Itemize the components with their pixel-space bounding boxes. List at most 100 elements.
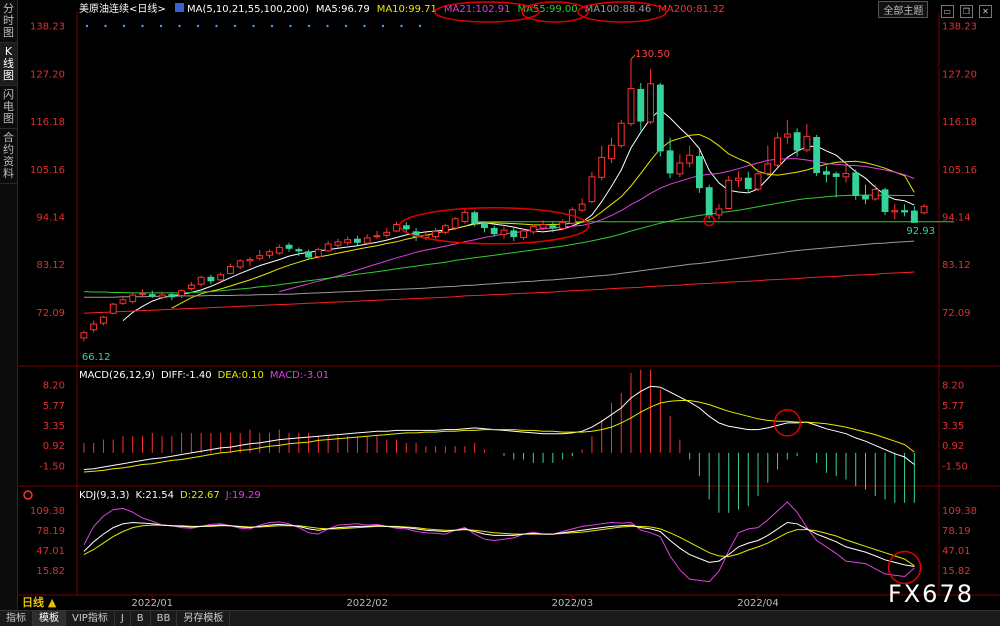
price-tick-left: 83.12: [36, 260, 65, 271]
ma-line-ma100: [83, 240, 915, 298]
candle-body: [617, 122, 625, 147]
kdj-tick-right: 47.01: [942, 546, 971, 557]
candle-body: [227, 265, 234, 274]
marker-dot: [326, 24, 329, 28]
kdj-tick-right: 109.38: [942, 506, 977, 517]
time-tick-label: 2022/04: [737, 598, 779, 609]
price-tick-left: 138.23: [30, 22, 65, 33]
marker-dot: [252, 24, 255, 28]
candle-body: [803, 136, 811, 151]
price-tick-left: 94.14: [36, 213, 65, 224]
tab-save-template[interactable]: 另存模板: [177, 611, 231, 626]
marker-dot: [104, 24, 107, 28]
close-icon[interactable]: ✕: [979, 4, 992, 18]
candle-body: [686, 154, 694, 164]
restore-icon[interactable]: ❐: [959, 4, 973, 18]
marker-dot: [141, 24, 144, 28]
tab-b[interactable]: B: [131, 611, 151, 626]
candle-body: [295, 249, 303, 252]
tab-vip-indicators[interactable]: VIP指标: [66, 611, 115, 626]
candle-body: [139, 292, 146, 295]
candle-body: [891, 210, 899, 213]
macd-tick-left: 5.77: [43, 401, 65, 412]
theme-dropdown[interactable]: 全部主题: [878, 1, 929, 18]
kdj-legend-0: KDJ(9,3,3): [79, 490, 130, 501]
candle-body: [334, 241, 342, 246]
tab-j[interactable]: J: [115, 611, 131, 626]
candle-body: [246, 259, 254, 262]
macd-tick-left: -1.50: [39, 461, 65, 472]
candle-body: [647, 83, 654, 123]
ma-settings-icon: [175, 3, 184, 12]
candle-body: [539, 223, 547, 229]
price-tick-left: 72.09: [36, 308, 65, 319]
window-icon[interactable]: ▭: [940, 4, 954, 18]
legend-ma-1: MA5:96.79: [316, 4, 370, 15]
marker-dot: [85, 24, 89, 28]
candle-body: [549, 225, 557, 229]
sidebar: 分时图 K线图 闪电图 合约资料: [0, 0, 18, 610]
candle-body: [168, 294, 176, 298]
candle-body: [735, 177, 742, 181]
marker-dot: [196, 24, 200, 28]
tab-indicators[interactable]: 指标: [0, 611, 33, 626]
tab-lightning[interactable]: 闪电图: [0, 86, 17, 129]
marker-dot: [363, 24, 366, 28]
candle-body: [129, 294, 137, 303]
period-selector[interactable]: 日线 ▲: [22, 594, 56, 610]
tab-kline[interactable]: K线图: [0, 43, 17, 86]
candle-body: [744, 177, 752, 190]
candle-body: [559, 221, 567, 229]
macd-tick-right: -1.50: [942, 461, 968, 472]
kdj-settings-icon: [23, 490, 33, 500]
macd-tick-right: 8.20: [942, 381, 964, 392]
candle-body: [373, 235, 381, 238]
candle-body: [80, 332, 88, 339]
candle-body: [217, 274, 225, 281]
macd-tick-right: 3.35: [942, 421, 964, 432]
candle-body: [109, 303, 117, 314]
price-tick-left: 116.18: [30, 117, 65, 128]
candle-body: [764, 163, 772, 174]
kdj-j-line: [83, 501, 915, 583]
watermark: FX678: [887, 580, 974, 608]
candle-body: [715, 208, 723, 216]
high-label: 130.50: [635, 49, 670, 60]
candle-body: [725, 179, 733, 209]
marker-dot: [270, 24, 274, 28]
candle-body: [383, 231, 391, 236]
candle-body: [637, 88, 645, 122]
kdj-tick-left: 47.01: [36, 546, 65, 557]
candle-body: [266, 251, 273, 256]
candle-body: [627, 88, 635, 125]
candle-body: [871, 188, 879, 200]
time-tick-label: 2022/03: [552, 598, 594, 609]
candle-body: [354, 238, 361, 243]
kdj-tick-left: 15.82: [36, 566, 65, 577]
candle-body: [578, 203, 586, 211]
macd-tick-left: 3.35: [43, 421, 65, 432]
price-tick-right: 83.12: [942, 260, 971, 271]
tab-contract-info[interactable]: 合约资料: [0, 129, 17, 184]
tab-bb[interactable]: BB: [151, 611, 178, 626]
candle-body: [500, 229, 508, 235]
candle-body: [832, 173, 840, 177]
candle-body: [608, 144, 615, 160]
candle-body: [862, 194, 869, 200]
candle-body: [529, 226, 537, 233]
marker-dot: [233, 24, 237, 28]
candle-body: [754, 173, 762, 190]
candle-body: [393, 223, 400, 232]
candle-body: [158, 294, 166, 298]
kdj-tick-left: 109.38: [30, 506, 65, 517]
candle-body: [236, 260, 244, 268]
tab-template[interactable]: 模板: [33, 611, 66, 626]
kdj-tick-left: 78.19: [36, 526, 65, 537]
candle-body: [588, 176, 596, 203]
price-tick-right: 138.23: [942, 22, 977, 33]
legend-ma-0: MA(5,10,21,55,100,200): [187, 4, 309, 15]
time-tick-label: 2022/01: [132, 598, 174, 609]
candle-body: [695, 156, 703, 189]
macd-tick-right: 5.77: [942, 401, 964, 412]
tab-timeshare[interactable]: 分时图: [0, 0, 17, 43]
